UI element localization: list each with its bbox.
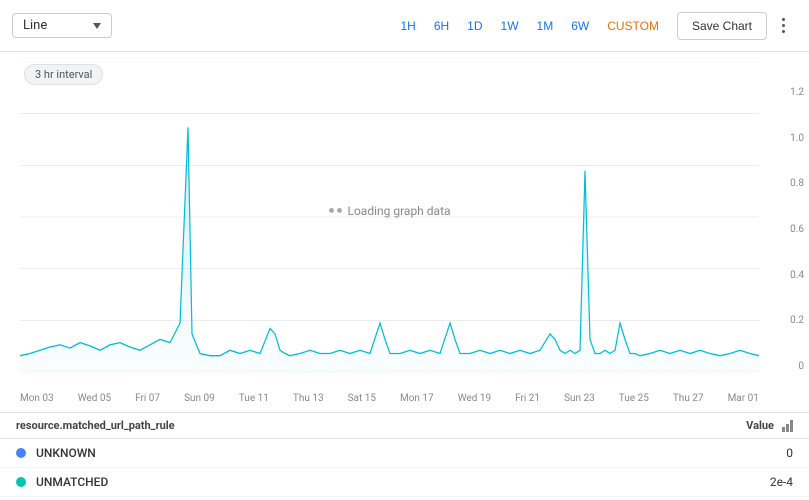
time-btn-1d[interactable]: 1D [459, 15, 490, 37]
time-btn-6w[interactable]: 6W [563, 15, 597, 37]
y-label-10: 1.0 [790, 133, 804, 144]
toolbar: Line 1H 6H 1D 1W 1M 6W CUSTOM Save Chart [0, 0, 809, 52]
legend-dot-unknown [16, 448, 26, 458]
x-label-8: Wed 19 [458, 393, 491, 404]
interval-badge: 3 hr interval [24, 64, 103, 85]
loading-text-label: Loading graph data [347, 204, 450, 218]
bar-chart-icon[interactable] [782, 420, 793, 432]
column-value-header: Value [746, 419, 774, 432]
x-label-2: Fri 07 [135, 393, 160, 404]
legend-value-unknown: 0 [786, 446, 793, 460]
x-label-6: Sat 15 [348, 393, 376, 404]
chart-area: 3 hr interval [0, 52, 809, 412]
time-btn-custom[interactable]: CUSTOM [599, 15, 667, 37]
x-label-10: Sun 23 [564, 393, 595, 404]
x-label-3: Sun 09 [184, 393, 215, 404]
data-legend-table: resource.matched_url_path_rule Value UNK… [0, 412, 809, 497]
more-vert-icon [782, 18, 785, 33]
column-name-header: resource.matched_url_path_rule [16, 419, 746, 432]
time-btn-1m[interactable]: 1M [529, 15, 562, 37]
x-label-11: Tue 25 [619, 393, 649, 404]
y-axis-labels: 1.2 1.0 0.8 0.6 0.4 0.2 0 [790, 87, 804, 372]
x-label-7: Mon 17 [400, 393, 434, 404]
y-label-02: 0.2 [790, 315, 804, 326]
loading-dots-icon [328, 208, 341, 213]
y-label-06: 0.6 [790, 224, 804, 235]
x-label-13: Mar 01 [728, 393, 759, 404]
y-label-04: 0.4 [790, 270, 804, 281]
time-range-buttons: 1H 6H 1D 1W 1M 6W CUSTOM Save Chart [392, 12, 797, 40]
chart-svg-wrapper: Loading graph data [20, 62, 759, 372]
x-label-12: Thu 27 [673, 393, 704, 404]
x-label-0: Mon 03 [20, 393, 54, 404]
x-label-1: Wed 05 [78, 393, 111, 404]
x-axis-labels: Mon 03 Wed 05 Fri 07 Sun 09 Tue 11 Thu 1… [20, 393, 759, 404]
legend-value-unmatched: 2e-4 [770, 475, 793, 489]
data-table-header: resource.matched_url_path_rule Value [0, 413, 809, 439]
y-label-08: 0.8 [790, 178, 804, 189]
chart-area-fill [20, 127, 759, 372]
loading-indicator: Loading graph data [328, 204, 450, 218]
time-btn-1h[interactable]: 1H [392, 15, 423, 37]
x-label-4: Tue 11 [239, 393, 269, 404]
more-options-button[interactable] [769, 12, 797, 40]
y-label-0: 0 [798, 361, 804, 372]
y-label-12: 1.2 [790, 87, 804, 98]
x-label-9: Fri 21 [515, 393, 540, 404]
table-row: UNMATCHED 2e-4 [0, 468, 809, 497]
legend-label-unknown: UNKNOWN [36, 446, 786, 460]
legend-label-unmatched: UNMATCHED [36, 475, 770, 489]
legend-dot-unmatched [16, 477, 26, 487]
chart-type-label: Line [23, 18, 87, 33]
dropdown-arrow-icon [93, 23, 101, 29]
chart-line [20, 127, 759, 355]
time-btn-6h[interactable]: 6H [426, 15, 457, 37]
time-btn-1w[interactable]: 1W [493, 15, 527, 37]
save-chart-button[interactable]: Save Chart [677, 12, 767, 40]
chart-type-dropdown[interactable]: Line [12, 13, 112, 38]
table-row: UNKNOWN 0 [0, 439, 809, 468]
x-label-5: Thu 13 [293, 393, 324, 404]
